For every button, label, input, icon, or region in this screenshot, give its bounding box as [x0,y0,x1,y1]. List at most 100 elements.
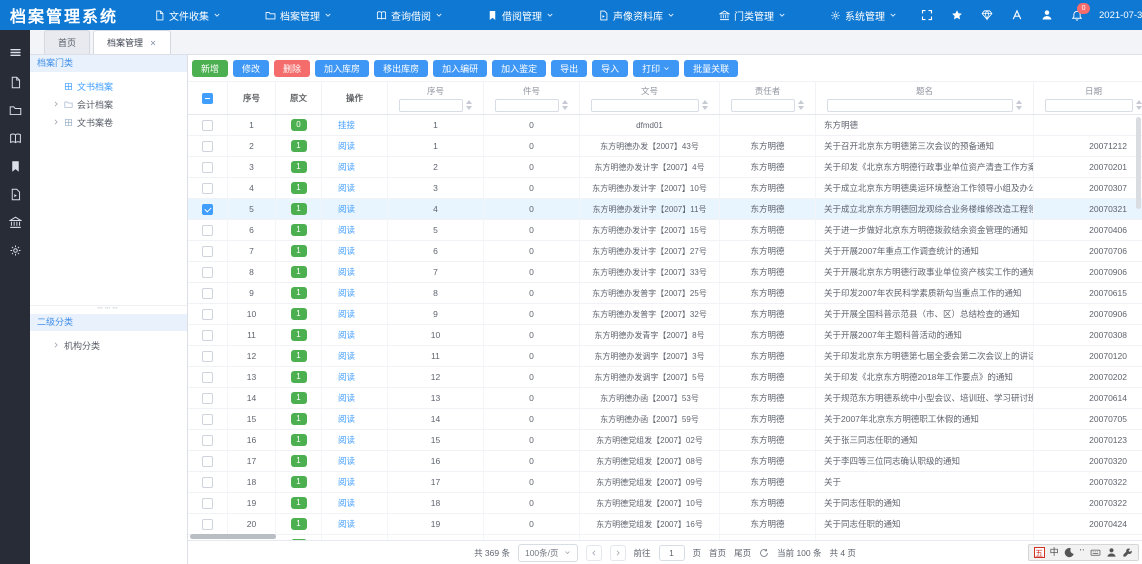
row-checkbox[interactable] [202,351,213,362]
sort-arrows[interactable] [1016,100,1022,110]
operation-link[interactable]: 阅读 [338,434,355,446]
gem-icon[interactable] [981,9,993,21]
operation-link[interactable]: 阅读 [338,392,355,404]
notifications[interactable]: 0 [1071,9,1083,21]
table-row[interactable]: 151阅读140东方明德办函【2007】59号东方明德关于2007年北京东方明德… [188,409,1142,430]
operation-link[interactable]: 阅读 [338,224,355,236]
operation-link[interactable]: 阅读 [338,140,355,152]
row-checkbox[interactable] [202,456,213,467]
toolbar-button-1[interactable]: 新增 [192,60,228,77]
table-row[interactable]: 201阅读190东方明德党组发【2007】16号东方明德关于同志任职的通知200… [188,514,1142,535]
sidebar-item-bank[interactable] [0,208,30,236]
half-full-width-icon[interactable] [1064,547,1075,558]
row-checkbox[interactable] [202,141,213,152]
filter-input-4[interactable] [731,99,795,112]
user-icon[interactable] [1106,547,1117,558]
table-row[interactable]: 101阅读90东方明德办发普字【2007】32号东方明德关于开展全国科普示范县（… [188,304,1142,325]
horizontal-scrollbar[interactable] [190,534,276,539]
row-checkbox[interactable] [202,120,213,131]
row-checkbox[interactable] [202,498,213,509]
table-row[interactable]: 41阅读30东方明德办发计字【2007】10号东方明德关于成立北京东方明德奥运环… [188,178,1142,199]
row-checkbox[interactable] [202,477,213,488]
operation-link[interactable]: 阅读 [338,161,355,173]
menu-item-1[interactable]: 文件收集 [134,0,245,30]
tree-item[interactable]: 机构分类 [30,336,187,354]
fullscreen-icon[interactable] [921,9,933,21]
sidebar-item-menu[interactable] [0,38,30,66]
toolbar-button-6[interactable]: 加入编研 [433,60,487,77]
toolbar-button-4[interactable]: 加入库房 [315,60,369,77]
punctuation-toggle[interactable]: ’’ [1080,548,1085,557]
refresh-icon[interactable] [759,548,769,558]
row-checkbox[interactable] [202,435,213,446]
tab-2[interactable]: 档案管理 [93,30,171,54]
row-checkbox[interactable] [202,267,213,278]
table-row[interactable]: 141阅读130东方明德办函【2007】53号东方明德关于规范东方明德系统中小型… [188,388,1142,409]
last-page-link[interactable]: 尾页 [734,547,751,559]
settings-wrench-icon[interactable] [1122,547,1133,558]
ime-language-toggle[interactable]: 中 [1050,547,1059,558]
row-checkbox[interactable] [202,246,213,257]
sort-arrows[interactable] [702,100,708,110]
select-all-checkbox[interactable] [202,93,213,104]
first-page-link[interactable]: 首页 [709,547,726,559]
row-checkbox[interactable] [202,225,213,236]
table-row[interactable]: 61阅读50东方明德办发计字【2007】15号东方明德关于进一步做好北京东方明德… [188,220,1142,241]
sidebar-item-book[interactable] [0,124,30,152]
operation-link[interactable]: 阅读 [338,266,355,278]
sort-arrows[interactable] [798,100,804,110]
row-checkbox[interactable] [202,183,213,194]
menu-item-5[interactable]: 声像资料库 [578,0,699,30]
operation-link[interactable]: 阅读 [338,350,355,362]
user-icon[interactable] [1041,9,1053,21]
row-checkbox[interactable] [202,162,213,173]
toolbar-button-11[interactable]: 批量关联 [684,60,738,77]
filter-input-5[interactable] [827,99,1013,112]
sidebar-item-document[interactable] [0,68,30,96]
table-row[interactable]: 51阅读40东方明德办发计字【2007】11号东方明德关于成立北京东方明德回龙观… [188,199,1142,220]
operation-link[interactable]: 阅读 [338,329,355,341]
sort-arrows[interactable] [562,100,568,110]
page-size-select[interactable]: 100条/页 [518,544,578,562]
tab-1[interactable]: 首页 [44,30,90,54]
operation-link[interactable]: 阅读 [338,497,355,509]
soft-keyboard-icon[interactable] [1090,547,1101,558]
vertical-scrollbar[interactable] [1136,117,1141,209]
row-checkbox[interactable] [202,288,213,299]
row-checkbox[interactable] [202,309,213,320]
ime-toolbar[interactable]: 五 中 ’’ [1028,544,1139,561]
table-row[interactable]: 111阅读100东方明德办发青字【2007】8号东方明德关于开展2007年主题科… [188,325,1142,346]
operation-link[interactable]: 阅读 [338,518,355,530]
row-checkbox[interactable] [202,519,213,530]
menu-item-7[interactable]: 系统管理 [810,0,921,30]
row-checkbox[interactable] [202,204,213,215]
operation-link[interactable]: 阅读 [338,476,355,488]
menu-item-6[interactable]: 门类管理 [699,0,810,30]
operation-link[interactable]: 阅读 [338,203,355,215]
tree-item[interactable]: 文书案卷 [30,113,187,131]
table-row[interactable]: 71阅读60东方明德办发计字【2007】27号东方明德关于开展2007年重点工作… [188,241,1142,262]
table-row[interactable]: 10挂接10dfmd01东方明德 [188,115,1142,136]
operation-link[interactable]: 阅读 [338,182,355,194]
row-checkbox[interactable] [202,414,213,425]
page-number-input[interactable] [659,545,685,561]
table-row[interactable]: 181阅读170东方明德党组发【2007】09号东方明德关于20070322 [188,472,1142,493]
filter-input-2[interactable] [495,99,559,112]
sidebar-item-gear[interactable] [0,236,30,264]
next-page-button[interactable] [610,545,626,561]
sort-arrows[interactable] [1136,100,1142,110]
table-row[interactable]: 121阅读110东方明德办发调字【2007】3号东方明德关于印发北京东方明德第七… [188,346,1142,367]
close-icon[interactable] [149,39,157,47]
table-row[interactable]: 131阅读120东方明德办发调字【2007】5号东方明德关于印发《北京东方明德2… [188,367,1142,388]
font-size-icon[interactable] [1011,9,1023,21]
sidebar-item-media[interactable] [0,180,30,208]
tree-item[interactable]: 文书档案 [30,77,187,95]
menu-item-4[interactable]: 借阅管理 [467,0,578,30]
row-checkbox[interactable] [202,330,213,341]
table-row[interactable]: 91阅读80东方明德办发普字【2007】25号东方明德关于印发2007年农民科学… [188,283,1142,304]
filter-input-1[interactable] [399,99,463,112]
table-row[interactable]: 81阅读70东方明德办发计字【2007】33号东方明德关于开展北京东方明德行政事… [188,262,1142,283]
toolbar-button-10[interactable]: 打印 [633,60,679,77]
toolbar-button-9[interactable]: 导入 [592,60,628,77]
menu-item-3[interactable]: 查询借阅 [356,0,467,30]
